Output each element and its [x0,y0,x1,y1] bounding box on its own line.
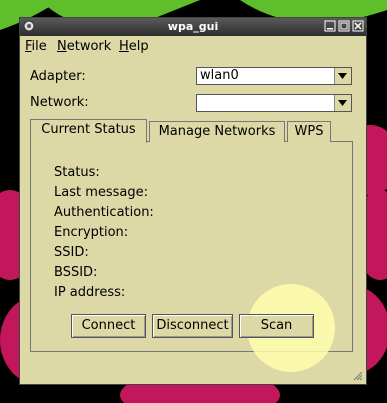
tab-wps[interactable]: WPS [287,121,331,142]
adapter-select[interactable]: wlan0 [196,67,352,85]
connect-button[interactable]: Connect [71,314,146,338]
menu-network[interactable]: Network [57,39,111,54]
authentication-label: Authentication: [54,205,154,220]
bssid-label: BSSID: [54,265,98,280]
encryption-label: Encryption: [54,225,129,240]
menu-bar: File Network Help [20,37,366,57]
status-label: Status: [54,165,100,180]
menu-file[interactable]: File [25,39,47,54]
chevron-down-icon[interactable] [334,68,351,84]
window-title: wpa_gui [167,20,219,33]
last-message-label: Last message: [54,185,149,200]
maximize-icon[interactable] [338,20,350,32]
chevron-down-icon[interactable] [334,95,351,111]
disconnect-button[interactable]: Disconnect [152,314,233,338]
adapter-label: Adapter: [30,69,86,84]
scan-button[interactable]: Scan [239,314,314,338]
ssid-label: SSID: [54,245,89,260]
menu-help[interactable]: Help [119,39,149,54]
wpa-gui-window: wpa_gui File Network Help Adapter: wlan0… [19,17,367,385]
tab-manage-networks[interactable]: Manage Networks [149,121,285,142]
close-icon[interactable] [352,20,364,32]
network-select[interactable] [196,94,352,112]
title-bar[interactable]: wpa_gui [20,18,366,36]
minimize-icon[interactable] [324,20,336,32]
ip-address-label: IP address: [54,285,126,300]
resize-grip-icon[interactable] [351,369,363,381]
tab-current-status[interactable]: Current Status [30,119,147,143]
network-label: Network: [30,95,89,110]
